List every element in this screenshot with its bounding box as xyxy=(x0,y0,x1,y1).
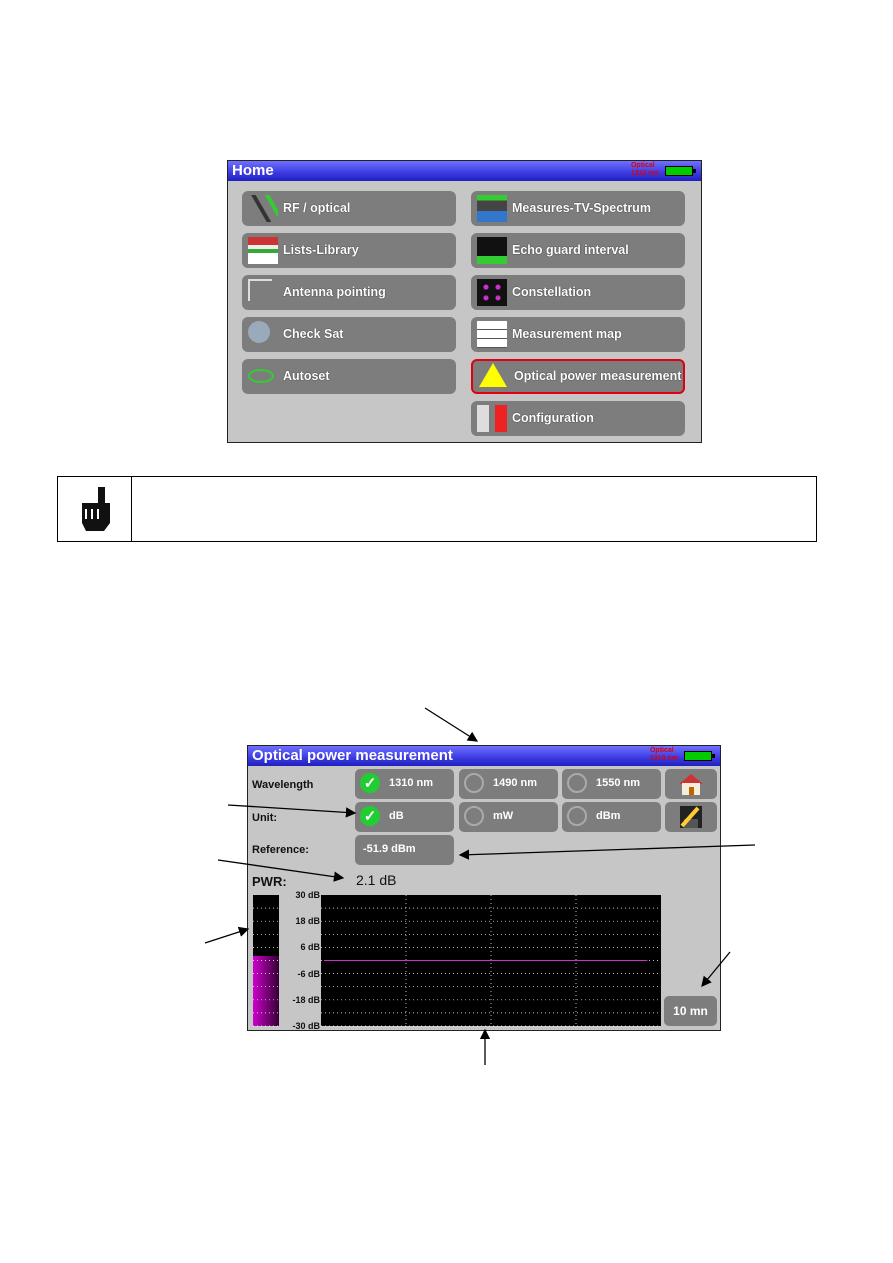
y-tick-label: -6 dB xyxy=(297,968,321,979)
status-line: Optical xyxy=(630,162,655,169)
label: Configuration xyxy=(512,411,594,425)
pointing-hand-icon xyxy=(82,487,110,531)
label: Constellation xyxy=(512,285,592,299)
arrow xyxy=(424,707,479,742)
menu-rf-optical[interactable]: RF / optical xyxy=(242,191,456,226)
label: Measures-TV-Spectrum xyxy=(512,201,651,215)
level-bar-fill xyxy=(253,955,279,1026)
y-tick-label: -18 dB xyxy=(292,994,320,1005)
constellation-icon xyxy=(477,279,507,306)
y-tick-label: 6 dB xyxy=(300,942,320,953)
status-line: 1310 nm xyxy=(630,170,659,177)
menu-echo-guard-interval[interactable]: Echo guard interval xyxy=(471,233,685,268)
configuration-icon xyxy=(477,405,507,432)
measurement-map-icon xyxy=(477,321,507,348)
connectors-icon xyxy=(248,195,278,222)
note-box xyxy=(57,476,817,542)
label: RF / optical xyxy=(283,201,351,215)
menu-measurement-map[interactable]: Measurement map xyxy=(471,317,685,352)
label: Optical power measurement xyxy=(514,369,682,383)
menu-check-sat[interactable]: Check Sat xyxy=(242,317,456,352)
antenna-icon xyxy=(248,279,272,301)
arrow xyxy=(204,926,250,944)
y-tick-label: 18 dB xyxy=(295,916,320,927)
label: Check Sat xyxy=(283,327,344,341)
optical-screen: Optical power measurement Optical 1310 nm… xyxy=(247,745,721,1031)
menu-autoset[interactable]: Autoset xyxy=(242,359,456,394)
label: Autoset xyxy=(283,369,330,383)
echo-icon xyxy=(477,237,507,264)
time-span-button[interactable]: 10 mn xyxy=(664,996,717,1026)
title-bar: Home Optical 1310 nm xyxy=(228,161,701,181)
autoset-icon xyxy=(248,369,274,383)
y-tick-label: -30 dB xyxy=(292,1021,320,1031)
menu-measures-tv-spectrum[interactable]: Measures-TV-Spectrum xyxy=(471,191,685,226)
label: Antenna pointing xyxy=(283,285,386,299)
menu-antenna-pointing[interactable]: Antenna pointing xyxy=(242,275,456,310)
menu-optical-power-measurement[interactable]: Optical power measurement xyxy=(471,359,685,394)
home-screen: Home Optical 1310 nm RF / optical Lists-L… xyxy=(227,160,702,443)
menu-configuration[interactable]: Configuration xyxy=(471,401,685,436)
document-page: Home Optical 1310 nm RF / optical Lists-L… xyxy=(0,0,893,1263)
menu-constellation[interactable]: Constellation xyxy=(471,275,685,310)
satellite-dish-icon xyxy=(248,321,270,343)
y-tick-label: 30 dB xyxy=(295,890,320,900)
battery-icon xyxy=(665,166,696,176)
label: Lists-Library xyxy=(283,243,359,257)
label: Echo guard interval xyxy=(512,243,629,257)
note-icon-cell xyxy=(58,477,132,541)
label: Measurement map xyxy=(512,327,622,341)
books-icon xyxy=(248,237,278,264)
power-chart xyxy=(253,895,661,1027)
screen-title: Home xyxy=(232,162,274,179)
laser-warning-icon xyxy=(479,363,507,387)
status-indicator: Optical 1310 nm xyxy=(631,162,659,178)
tv-spectrum-icon xyxy=(477,195,507,222)
menu-lists-library[interactable]: Lists-Library xyxy=(242,233,456,268)
